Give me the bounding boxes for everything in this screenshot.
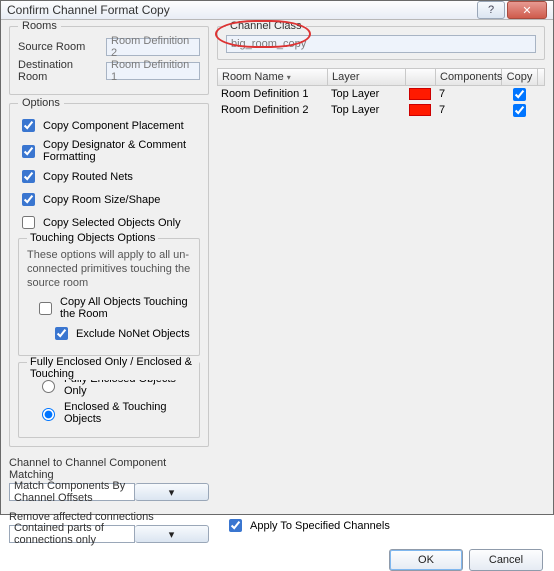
destination-room-label: Destination Room [18, 59, 102, 83]
remove-label: Remove affected connections [9, 511, 209, 523]
copy-all-touching-checkbox[interactable]: Copy All Objects Touching the Room [35, 296, 191, 320]
cell-room: Room Definition 2 [217, 104, 327, 116]
copy-designator-checkbox[interactable]: Copy Designator & Comment Formatting [18, 139, 200, 163]
enclosed-touching-radio[interactable]: Enclosed & Touching Objects [37, 401, 191, 425]
copy-component-placement-checkbox[interactable]: Copy Component Placement [18, 116, 200, 135]
channel-class-group: Channel Class big_room_copy [217, 26, 545, 60]
chevron-down-icon[interactable]: ▾ [135, 525, 209, 543]
window-title: Confirm Channel Format Copy [7, 3, 475, 17]
enclosed-group: Fully Enclosed Only / Enclosed & Touchin… [18, 362, 200, 438]
row-copy-checkbox[interactable] [513, 88, 526, 101]
color-swatch [409, 104, 431, 116]
rooms-legend: Rooms [18, 20, 61, 32]
dialog-footer: OK Cancel [1, 549, 553, 571]
table-body: Room Definition 1Top Layer7Room Definiti… [217, 86, 545, 118]
options-group: Options Copy Component Placement Copy De… [9, 103, 209, 447]
table-row[interactable]: Room Definition 2Top Layer 7 [217, 102, 545, 118]
table-header: Room Name Layer Components Copy [217, 68, 545, 86]
apply-to-channels-checkbox[interactable]: Apply To Specified Channels [225, 516, 390, 535]
matching-value: Match Components By Channel Offsets [9, 483, 135, 501]
rooms-table: Room Name Layer Components Copy Room Def… [217, 68, 545, 118]
close-button[interactable]: ✕ [507, 1, 547, 19]
col-components[interactable]: Components [436, 69, 502, 85]
ok-button[interactable]: OK [389, 549, 463, 571]
cell-layer: Top Layer [327, 104, 405, 116]
matching-combo[interactable]: Match Components By Channel Offsets ▾ [9, 483, 209, 501]
cell-color [405, 104, 435, 116]
cell-room: Room Definition 1 [217, 88, 327, 100]
cell-copy [501, 101, 537, 120]
matching-label: Channel to Channel Component Matching [9, 457, 209, 481]
cancel-button[interactable]: Cancel [469, 549, 543, 571]
destination-room-field: Room Definition 1 [106, 62, 200, 80]
dialog-window: Confirm Channel Format Copy ? ✕ Rooms So… [0, 0, 554, 515]
cell-color [405, 88, 435, 100]
rooms-group: Rooms Source Room Room Definition 2 Dest… [9, 26, 209, 95]
source-room-field: Room Definition 2 [106, 38, 200, 56]
col-room-name[interactable]: Room Name [218, 69, 328, 85]
options-legend: Options [18, 97, 64, 109]
help-button[interactable]: ? [477, 1, 505, 19]
cell-components: 7 [435, 88, 501, 100]
remove-value: Contained parts of connections only [9, 525, 135, 543]
touching-objects-group: Touching Objects Options These options w… [18, 238, 200, 356]
right-column: Channel Class big_room_copy Room Name La… [217, 26, 545, 543]
channel-class-field: big_room_copy [226, 35, 536, 53]
color-swatch [409, 88, 431, 100]
remove-combo[interactable]: Contained parts of connections only ▾ [9, 525, 209, 543]
col-layer[interactable]: Layer [328, 69, 406, 85]
cell-components: 7 [435, 104, 501, 116]
copy-routed-nets-checkbox[interactable]: Copy Routed Nets [18, 167, 200, 186]
exclude-nonet-checkbox[interactable]: Exclude NoNet Objects [51, 324, 191, 343]
chevron-down-icon[interactable]: ▾ [135, 483, 209, 501]
copy-room-size-checkbox[interactable]: Copy Room Size/Shape [18, 190, 200, 209]
touching-note: These options will apply to all un-conne… [27, 249, 191, 290]
channel-class-legend: Channel Class [226, 20, 306, 32]
cell-layer: Top Layer [327, 88, 405, 100]
copy-selected-only-checkbox[interactable]: Copy Selected Objects Only [18, 213, 200, 232]
left-column: Rooms Source Room Room Definition 2 Dest… [9, 26, 209, 543]
titlebar: Confirm Channel Format Copy ? ✕ [1, 1, 553, 20]
row-copy-checkbox[interactable] [513, 104, 526, 117]
col-color[interactable] [406, 69, 436, 85]
col-copy[interactable]: Copy [502, 69, 538, 85]
table-row[interactable]: Room Definition 1Top Layer 7 [217, 86, 545, 102]
enclosed-legend: Fully Enclosed Only / Enclosed & Touchin… [27, 356, 199, 380]
source-room-label: Source Room [18, 41, 102, 53]
dialog-body: Rooms Source Room Room Definition 2 Dest… [1, 20, 553, 549]
touching-legend: Touching Objects Options [27, 232, 158, 244]
